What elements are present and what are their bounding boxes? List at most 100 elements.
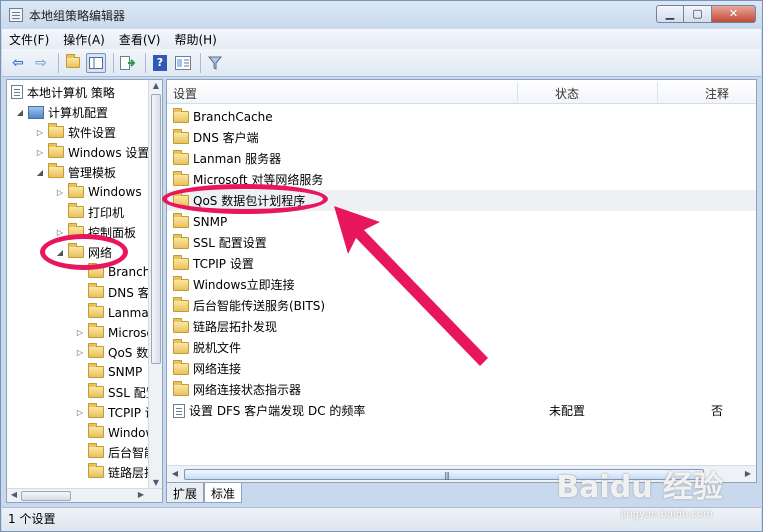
tree-item-windows-settings[interactable]: ▷ Windows 设置 bbox=[35, 142, 149, 162]
row-name: 链路层拓扑发现 bbox=[193, 320, 278, 334]
row-name: BranchCache bbox=[193, 109, 273, 124]
row-name: TCPIP 设置 bbox=[193, 257, 254, 271]
annotation-ellipse-qos bbox=[162, 184, 328, 214]
folder-icon bbox=[88, 383, 104, 398]
export-list-icon[interactable] bbox=[118, 53, 138, 73]
folder-icon bbox=[68, 203, 84, 218]
row-name: 后台智能传送服务(BITS) bbox=[193, 299, 326, 313]
forward-arrow-icon[interactable]: ⇨ bbox=[31, 53, 51, 73]
list-row-branchcache[interactable]: BranchCache bbox=[167, 106, 756, 127]
expand-arrow-icon[interactable]: ▷ bbox=[35, 128, 45, 137]
folder-icon bbox=[48, 143, 64, 158]
tab-standard[interactable]: 标准 bbox=[204, 483, 243, 503]
row-name: SSL 配置设置 bbox=[193, 236, 267, 250]
column-divider[interactable] bbox=[517, 82, 518, 102]
folder-icon bbox=[68, 183, 84, 198]
tab-extended[interactable]: 扩展 bbox=[166, 483, 205, 503]
scroll-left-arrow-icon[interactable]: ◀ bbox=[169, 469, 181, 478]
list-row-lanman-server[interactable]: Lanman 服务器 bbox=[167, 148, 756, 169]
folder-icon bbox=[88, 463, 104, 478]
back-arrow-icon[interactable]: ⇦ bbox=[8, 53, 28, 73]
view-tabs: 扩展 标准 bbox=[166, 483, 243, 503]
scroll-right-arrow-icon[interactable]: ▶ bbox=[135, 490, 147, 499]
row-name: 设置 DFS 客户端发现 DC 的频率 bbox=[189, 404, 366, 418]
list-row-dfs-discovery-frequency[interactable]: 设置 DFS 客户端发现 DC 的频率 未配置 否 bbox=[167, 400, 756, 421]
expand-arrow-icon[interactable]: ▷ bbox=[55, 188, 65, 197]
folder-icon bbox=[173, 359, 189, 375]
folder-icon bbox=[173, 317, 189, 333]
tree-item-label: 计算机配置 bbox=[48, 105, 109, 120]
expand-arrow-icon[interactable]: ▷ bbox=[75, 328, 85, 337]
folder-icon bbox=[88, 363, 104, 378]
watermark-logo: Baidu 经验 bbox=[556, 470, 723, 505]
folder-icon bbox=[88, 423, 104, 438]
window-title: 本地组策略编辑器 bbox=[29, 9, 126, 23]
properties-icon[interactable] bbox=[173, 53, 193, 73]
menu-help[interactable]: 帮助(H) bbox=[167, 31, 223, 48]
tree-item-administrative-templates[interactable]: ◢ 管理模板 bbox=[35, 162, 116, 182]
minimize-button[interactable]: ▁ bbox=[656, 5, 684, 23]
scroll-down-arrow-icon[interactable]: ▼ bbox=[150, 478, 162, 487]
tree-item-label: Windows 设置 bbox=[68, 145, 150, 160]
column-header-state[interactable]: 状态 bbox=[555, 85, 579, 102]
up-folder-icon[interactable] bbox=[63, 53, 83, 73]
row-name: Windows立即连接 bbox=[193, 278, 295, 292]
tree-item-snmp[interactable]: SNMP bbox=[75, 362, 142, 382]
tree-vertical-scroll-thumb[interactable] bbox=[151, 94, 161, 364]
folder-icon bbox=[88, 303, 104, 318]
folder-icon bbox=[88, 323, 104, 338]
folder-icon bbox=[173, 128, 189, 144]
row-name: DNS 客户端 bbox=[193, 131, 259, 145]
menu-bar: 文件(F) 操作(A) 查看(V) 帮助(H) bbox=[2, 29, 761, 49]
expand-arrow-icon[interactable]: ▷ bbox=[75, 348, 85, 357]
menu-view[interactable]: 查看(V) bbox=[112, 31, 168, 48]
annotation-arrow bbox=[334, 206, 488, 366]
folder-icon bbox=[88, 343, 104, 358]
list-row-dns-client[interactable]: DNS 客户端 bbox=[167, 127, 756, 148]
scroll-up-arrow-icon[interactable]: ▲ bbox=[150, 81, 162, 90]
collapse-arrow-icon[interactable]: ◢ bbox=[35, 168, 45, 177]
tree-vertical-scrollbar[interactable]: ▲ ▼ bbox=[148, 80, 162, 488]
scroll-left-arrow-icon[interactable]: ◀ bbox=[8, 490, 20, 499]
scroll-right-arrow-icon[interactable]: ▶ bbox=[742, 469, 754, 478]
folder-icon bbox=[48, 123, 64, 138]
expand-arrow-icon[interactable]: ▷ bbox=[35, 148, 45, 157]
tree-item-label: 打印机 bbox=[88, 205, 125, 220]
column-header-setting[interactable]: 设置 bbox=[173, 85, 197, 102]
expand-arrow-icon[interactable]: ▷ bbox=[75, 408, 85, 417]
column-header-comment[interactable]: 注释 bbox=[705, 85, 729, 102]
menu-file[interactable]: 文件(F) bbox=[2, 31, 56, 48]
folder-icon bbox=[173, 107, 189, 123]
collapse-arrow-icon[interactable]: ◢ bbox=[15, 108, 25, 117]
close-button[interactable]: ✕ bbox=[712, 5, 756, 23]
column-divider[interactable] bbox=[657, 82, 658, 102]
tree-item-label: 本地计算机 策略 bbox=[27, 85, 115, 100]
folder-icon bbox=[173, 254, 189, 270]
tree-item-label: 管理模板 bbox=[68, 165, 117, 180]
row-name: 脱机文件 bbox=[193, 341, 242, 355]
folder-icon bbox=[48, 163, 64, 178]
toolbar-separator bbox=[58, 52, 59, 73]
tree-pane[interactable]: 本地计算机 策略 ◢ 计算机配置 ▷ 软件设置 ▷ Windows 设置 ◢ 管… bbox=[6, 79, 163, 503]
tree-horizontal-scroll-thumb[interactable] bbox=[21, 491, 71, 501]
list-row-network-status-indicator[interactable]: 网络连接状态指示器 bbox=[167, 379, 756, 400]
tree-item-computer-configuration[interactable]: ◢ 计算机配置 bbox=[15, 102, 108, 122]
help-icon[interactable]: ? bbox=[150, 53, 170, 73]
tree-item-windows-components[interactable]: ▷ Windows bbox=[55, 182, 142, 202]
toolbar: ⇦ ⇨ ? bbox=[2, 49, 761, 77]
list-header: 设置 状态 注释 bbox=[167, 80, 756, 104]
maximize-button[interactable]: ▢ bbox=[684, 5, 712, 23]
filter-icon[interactable] bbox=[205, 53, 225, 73]
policy-document-icon bbox=[11, 85, 23, 99]
tree-horizontal-scrollbar[interactable]: ◀ ▶ bbox=[7, 488, 162, 502]
show-hide-tree-icon[interactable] bbox=[86, 52, 106, 73]
tree-item-label: Windows bbox=[88, 185, 142, 199]
tree-item-printers[interactable]: 打印机 bbox=[55, 202, 124, 222]
tree-item-software-settings[interactable]: ▷ 软件设置 bbox=[35, 122, 116, 142]
folder-icon bbox=[88, 283, 104, 298]
app-icon bbox=[9, 8, 23, 22]
row-comment: 否 bbox=[711, 404, 724, 418]
menu-action[interactable]: 操作(A) bbox=[56, 31, 112, 48]
tree-item-local-computer-policy[interactable]: 本地计算机 策略 bbox=[11, 82, 115, 102]
row-name: 网络连接 bbox=[193, 362, 242, 376]
